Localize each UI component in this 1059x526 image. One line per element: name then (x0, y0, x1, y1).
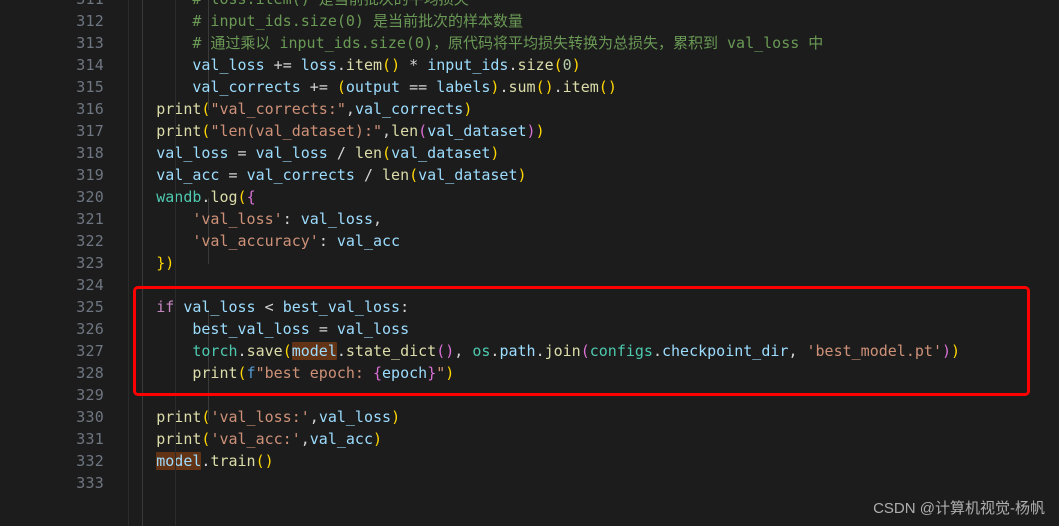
line-number: 326 (76, 320, 104, 338)
line-number: 318 (76, 144, 104, 162)
line-number: 333 (76, 474, 104, 492)
code-line[interactable]: val_loss += loss.item() * input_ids.size… (84, 54, 580, 76)
code-line[interactable]: val_loss = val_loss / len(val_dataset) (84, 142, 499, 164)
line-number: 324 (76, 276, 104, 294)
line-number: 312 (76, 12, 104, 30)
gutter-divider-1 (128, 0, 129, 526)
line-number: 329 (76, 386, 104, 404)
gutter-divider-2 (175, 0, 176, 526)
code-line[interactable]: best_val_loss = val_loss (84, 318, 409, 340)
line-number: 319 (76, 166, 104, 184)
line-number: 332 (76, 452, 104, 470)
line-number: 322 (76, 232, 104, 250)
code-content-area[interactable]: # loss.item() 是当前批次的平均损失 # input_ids.siz… (128, 0, 1059, 526)
word-occurrence-highlight: model (291, 342, 337, 360)
code-line[interactable]: # loss.item() 是当前批次的平均损失 (84, 0, 468, 10)
line-number: 311 (0, 0, 104, 10)
code-line[interactable]: val_acc = val_corrects / len(val_dataset… (84, 164, 526, 186)
line-number: 317 (76, 122, 104, 140)
code-line[interactable]: 'val_accuracy': val_acc (84, 230, 400, 252)
line-number: 325 (76, 298, 104, 316)
line-number: 315 (76, 78, 104, 96)
line-number: 314 (76, 56, 104, 74)
code-line[interactable]: print("val_corrects:",val_corrects) (84, 98, 472, 120)
code-line[interactable]: torch.save(model.state_dict(), os.path.j… (84, 340, 960, 362)
line-number: 320 (76, 188, 104, 206)
line-number: 327 (76, 342, 104, 360)
line-number: 321 (76, 210, 104, 228)
line-number: 316 (76, 100, 104, 118)
code-line[interactable]: # input_ids.size(0) 是当前批次的样本数量 (84, 10, 523, 32)
code-line[interactable]: print('val_loss:',val_loss) (84, 406, 400, 428)
code-line[interactable]: if val_loss < best_val_loss: (84, 296, 409, 318)
watermark-text: CSDN @计算机视觉-杨帆 (873, 500, 1045, 517)
line-number: 330 (76, 408, 104, 426)
line-number: 313 (76, 34, 104, 52)
code-line[interactable]: print("len(val_dataset):",len(val_datase… (84, 120, 544, 142)
line-number: 323 (76, 254, 104, 272)
code-editor: 311 312 313 314 315 316 317 318 319 320 321 322 323 3… (0, 0, 1059, 526)
word-occurrence-highlight: model (156, 452, 202, 470)
code-line[interactable]: val_corrects += (output == labels).sum()… (84, 76, 616, 98)
line-number: 328 (76, 364, 104, 382)
code-line[interactable]: print(f"best epoch: {epoch}") (84, 362, 454, 384)
line-number: 331 (76, 430, 104, 448)
line-number-gutter: 311 312 313 314 315 316 317 318 319 320 321 322 323 3… (0, 0, 128, 526)
code-line[interactable]: # 通过乘以 input_ids.size(0)，原代码将平均损失转换为总损失，… (84, 32, 823, 54)
